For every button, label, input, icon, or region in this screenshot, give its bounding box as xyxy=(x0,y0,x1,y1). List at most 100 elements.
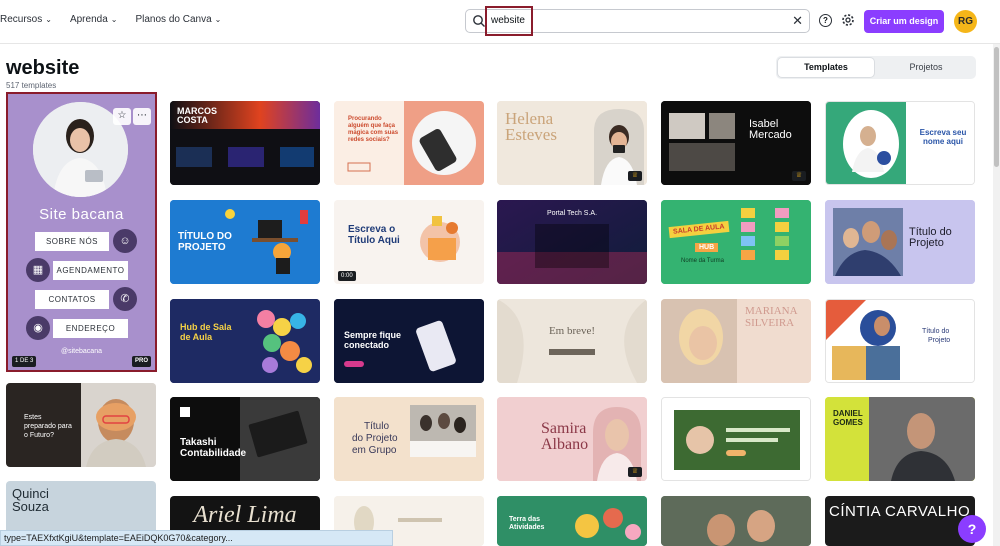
nav-label: Recursos xyxy=(0,14,43,25)
nav-planos[interactable]: Planos do Canva ⌄ xyxy=(135,14,221,25)
template-text: Escreva seu nome aqui xyxy=(919,128,967,146)
template-button-agendamento: AGENDAMENTO xyxy=(53,261,128,280)
template-card-estes[interactable]: Estes preparado para o Futuro? xyxy=(6,383,156,467)
template-card-mariana[interactable]: MARIANA SILVEIRA xyxy=(661,299,811,383)
template-title-line2: Título Aqui xyxy=(348,235,400,246)
template-card-casal[interactable] xyxy=(661,496,811,546)
template-card-helena[interactable]: Helena Esteves ♕ xyxy=(497,101,647,185)
template-handle: @sitebacana xyxy=(61,348,102,355)
template-card-titulo-grupo[interactable]: Título do Projeto em Grupo xyxy=(334,397,484,481)
phone-icon: ✆ xyxy=(113,287,137,311)
chevron-down-icon: ⌄ xyxy=(110,15,118,24)
template-title-line2: Souza xyxy=(12,499,49,514)
vertical-scrollbar[interactable] xyxy=(993,44,1000,546)
template-card-takashi[interactable]: Takashi Contabilidade xyxy=(170,397,320,481)
crown-icon: ♕ xyxy=(792,171,806,181)
search-input[interactable]: website ✕ xyxy=(465,6,810,36)
star-icon[interactable]: ☆ xyxy=(113,108,131,125)
help-fab-button[interactable]: ? xyxy=(958,515,986,543)
template-card-portal[interactable]: Portal Tech S.A. xyxy=(497,200,647,284)
template-text: Em breve! xyxy=(548,325,596,337)
template-text: Portal Tech S.A. xyxy=(546,210,598,217)
close-icon[interactable]: ✕ xyxy=(792,13,803,29)
template-subtitle: Nome da Turma xyxy=(681,258,725,264)
template-title-line1: Escreva o xyxy=(348,224,396,235)
template-card-isabel[interactable]: Isabel Mercado ♕ xyxy=(661,101,811,185)
template-card-procurando[interactable]: Procurando alguém que faça mágica com su… xyxy=(334,101,484,185)
users-icon: ☺ xyxy=(113,229,137,253)
pro-badge: PRO xyxy=(131,356,151,367)
nav-recursos[interactable]: Recursos ⌄ xyxy=(0,14,52,25)
template-card-terra[interactable]: Terra das Atividades xyxy=(497,496,647,546)
template-title-line2: Projeto xyxy=(928,337,951,344)
template-title-line1: Takashi xyxy=(180,437,217,448)
template-title-line1: Título xyxy=(364,421,390,432)
help-icon[interactable]: ? xyxy=(819,14,832,27)
template-text: CÍNTIA CARVALHO xyxy=(829,503,971,520)
chevron-down-icon: ⌄ xyxy=(45,15,52,24)
calendar-icon: ▦ xyxy=(26,258,50,282)
template-title-line2: PROJETO xyxy=(178,242,226,253)
tab-projects[interactable]: Projetos xyxy=(878,58,974,77)
more-icon[interactable]: ⋯ xyxy=(133,108,151,125)
template-title-line2: Projeto xyxy=(909,237,944,249)
template-title: Site bacana xyxy=(39,206,124,223)
video-duration: 0:00 xyxy=(338,271,356,281)
nav-label: Aprenda xyxy=(69,14,108,25)
template-card-daniel[interactable]: DANIEL GOMES xyxy=(825,397,975,481)
template-button-sobre: SOBRE NÓS xyxy=(35,232,109,251)
template-card-cintia[interactable]: CÍNTIA CARVALHO xyxy=(825,496,975,546)
chevron-down-icon: ⌄ xyxy=(214,15,222,24)
template-title-line1: Sempre fique xyxy=(344,330,402,340)
template-title-line2: conectado xyxy=(344,340,390,350)
template-title-line2: Atividades xyxy=(509,524,545,531)
template-title-line2: GOMES xyxy=(833,418,863,427)
page-indicator: 1 DE 3 xyxy=(12,356,37,367)
status-bar-url: type=TAEXfxtKgiU&template=EAEiDQK0G70&ca… xyxy=(0,530,393,546)
template-card-titulo-azul[interactable]: TÍTULO DO PROJETO xyxy=(170,200,320,284)
crown-icon: ♕ xyxy=(628,171,642,181)
tab-templates[interactable]: Templates xyxy=(778,58,874,77)
nav-label: Planos do Canva xyxy=(135,14,212,25)
scrollbar-thumb[interactable] xyxy=(994,47,999,167)
template-card-samira[interactable]: Samira Albano ♕ xyxy=(497,397,647,481)
main-nav: Recursos ⌄ Aprenda ⌄ Planos do Canva ⌄ xyxy=(0,14,239,25)
template-button-endereco: ENDEREÇO xyxy=(53,319,128,338)
template-card-verde[interactable] xyxy=(661,397,811,481)
template-title-line1: MARIANA xyxy=(745,305,798,317)
template-title-line2: Contabilidade xyxy=(180,448,247,459)
crown-icon: ♕ xyxy=(628,467,642,477)
template-text: Procurando alguém que faça mágica com su… xyxy=(348,116,399,143)
featured-template-card[interactable]: ☆ ⋯ Site bacana SOBRE NÓS ☺ ▦ AGENDAMENT… xyxy=(6,92,157,372)
template-title-line2: Albano xyxy=(541,436,589,453)
template-card-escreva-nome[interactable]: Escreva seu nome aqui xyxy=(825,101,975,185)
template-card-marcos[interactable]: MARCOS COSTA xyxy=(170,101,320,185)
template-title-line3: em Grupo xyxy=(352,445,397,456)
view-toggle: Templates Projetos xyxy=(776,56,976,79)
create-design-button[interactable]: Criar um design xyxy=(864,10,944,33)
template-card-escreva-titulo[interactable]: Escreva o Título Aqui 0:00 xyxy=(334,200,484,284)
template-title-line1: Terra das xyxy=(509,516,540,523)
template-title-line2: Mercado xyxy=(749,129,792,141)
template-card-sala-aula[interactable]: SALA DE AULA HUB Nome da Turma xyxy=(661,200,811,284)
template-card-titulo-lavanda[interactable]: Título do Projeto xyxy=(825,200,975,284)
template-button-contatos: CONTATOS xyxy=(35,290,109,309)
page-title: website xyxy=(6,57,80,79)
template-title-line1: TÍTULO DO xyxy=(178,231,232,242)
template-title-line2: de Aula xyxy=(180,332,213,342)
template-card-sempre[interactable]: Sempre fique conectado xyxy=(334,299,484,383)
template-card-hub-sala[interactable]: Hub de Sala de Aula xyxy=(170,299,320,383)
template-title-line1: Hub de Sala xyxy=(180,322,232,332)
template-card-em-breve[interactable]: Em breve! xyxy=(497,299,647,383)
result-count: 517 templates xyxy=(6,81,57,90)
template-card-titulo-branco[interactable]: Título do Projeto xyxy=(825,299,975,383)
card-tools: ☆ ⋯ xyxy=(111,108,151,125)
template-title-line2: SILVEIRA xyxy=(745,317,795,329)
nav-aprenda[interactable]: Aprenda ⌄ xyxy=(70,14,118,25)
gear-icon[interactable] xyxy=(841,13,855,27)
template-title-line2: Esteves xyxy=(505,125,557,144)
avatar[interactable]: RG xyxy=(954,10,977,33)
template-title-line1: DANIEL xyxy=(833,409,863,418)
template-text: Estes preparado para o Futuro? xyxy=(24,414,72,439)
template-title-line2: do Projeto xyxy=(352,433,398,444)
